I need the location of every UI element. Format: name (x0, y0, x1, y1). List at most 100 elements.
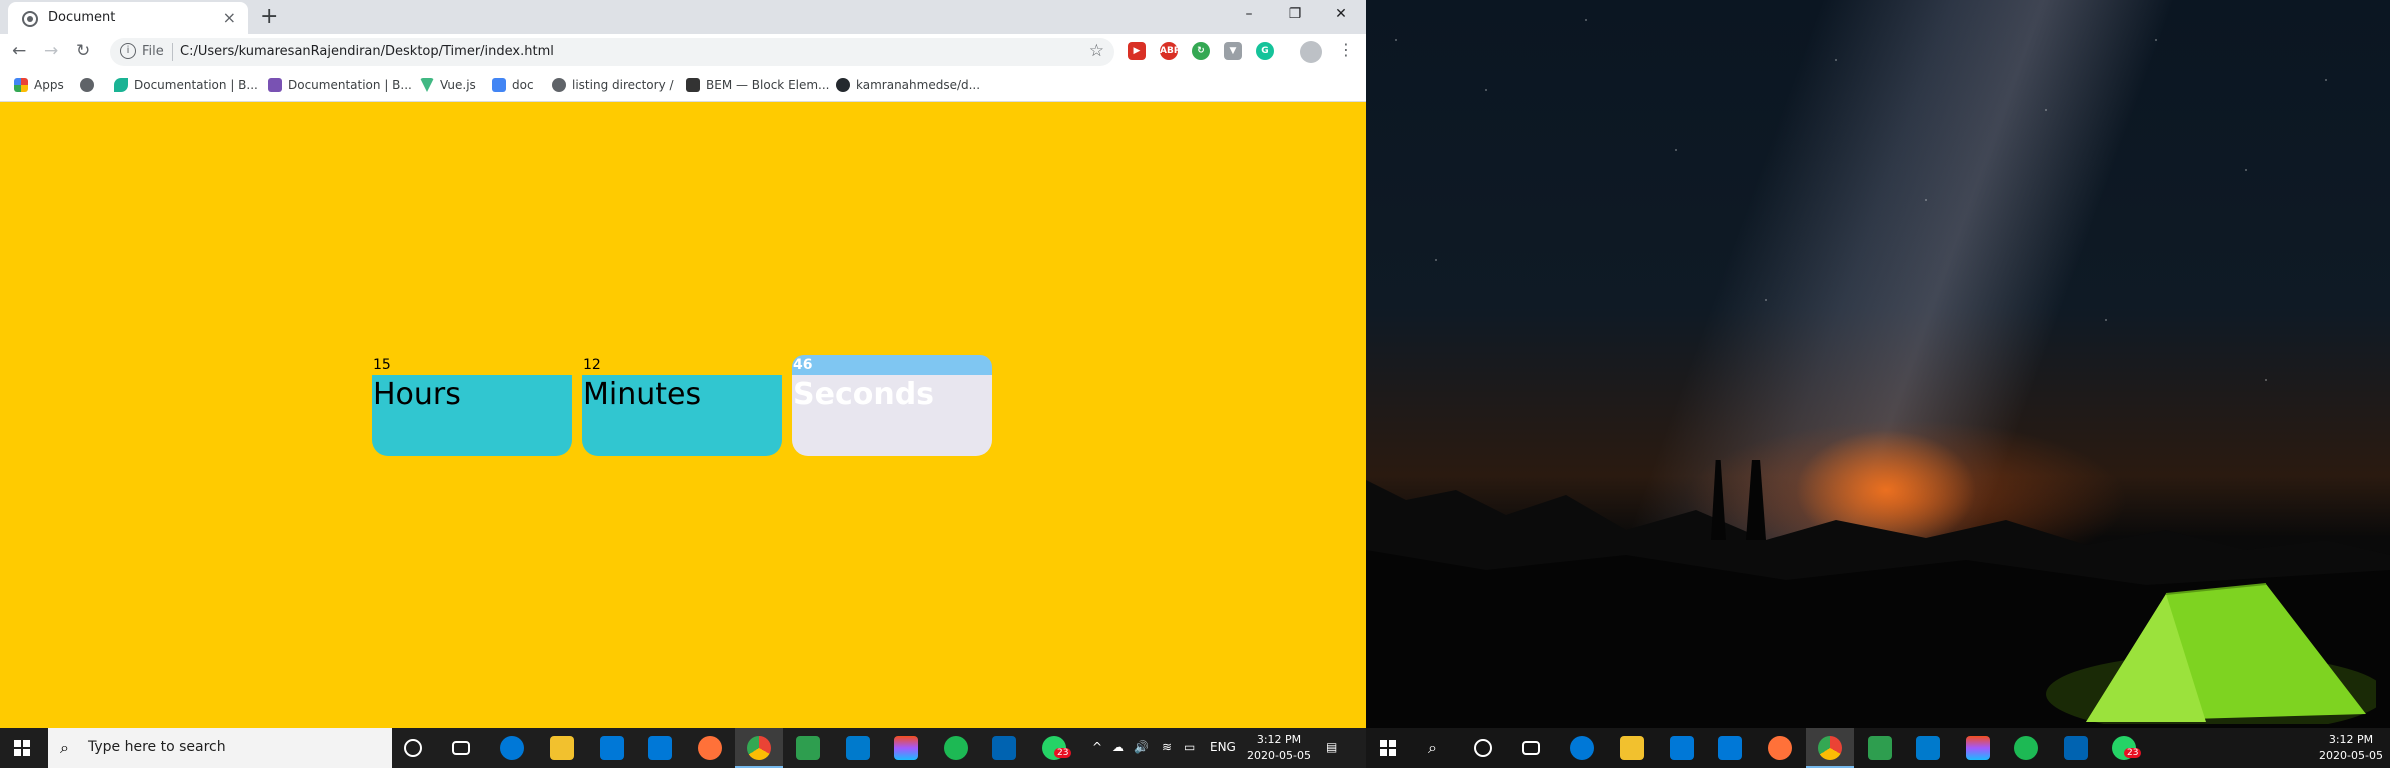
search-icon: ⌕ (60, 738, 69, 757)
bookmark-vue[interactable]: Vue.js (420, 78, 476, 92)
taskbar: ⌕ Type here to search 23 ^ ☁ 🔊 ≋ ▭ ENG 3… (0, 728, 1366, 768)
photos-icon[interactable] (992, 736, 1016, 760)
firefox-icon[interactable] (698, 736, 722, 760)
edge-icon[interactable] (500, 736, 524, 760)
hours-label: Hours (373, 377, 461, 412)
bootstrap-icon (268, 78, 282, 92)
file-explorer-icon[interactable] (550, 736, 574, 760)
menu-icon[interactable]: ⋮ (1338, 40, 1354, 59)
info-icon[interactable]: i (120, 43, 136, 59)
chrome-taskbar-button[interactable] (735, 728, 783, 768)
taskbar-search[interactable]: ⌕ Type here to search (48, 728, 392, 768)
task-view-icon[interactable] (1522, 741, 1540, 755)
bookmark-label: doc (512, 78, 534, 92)
bookmark-label: Apps (34, 78, 64, 92)
hours-value: 15 (373, 357, 391, 373)
spotify-icon[interactable] (2014, 736, 2038, 760)
notification-badge: 23 (2124, 748, 2142, 758)
address-bar[interactable]: i File C:/Users/kumaresanRajendiran/Desk… (110, 38, 1114, 66)
edge-icon[interactable] (1570, 736, 1594, 760)
starry-sky (1366, 0, 2390, 460)
bookmarks-bar: Apps Documentation | B... Documentation … (0, 70, 1366, 102)
globe-icon (80, 78, 94, 92)
onedrive-icon[interactable]: ☁ (1112, 740, 1124, 754)
back-button[interactable]: ← (12, 41, 26, 61)
photos-icon[interactable] (2064, 736, 2088, 760)
restore-button[interactable]: ❐ (1272, 0, 1318, 30)
close-tab-icon[interactable]: × (223, 8, 236, 27)
mail-icon[interactable] (648, 736, 672, 760)
github-icon (836, 78, 850, 92)
clock[interactable]: 3:12 PM 2020-05-05 (2316, 732, 2386, 764)
apps-grid-icon (14, 78, 28, 92)
extension-video-icon[interactable]: ▶ (1128, 42, 1146, 60)
mail-icon[interactable] (1718, 736, 1742, 760)
secondary-taskbar: ⌕ 23 3:12 PM 2020-05-05 (1366, 728, 2390, 768)
figma-icon[interactable] (894, 736, 918, 760)
bookmark-github[interactable]: kamranahmedse/d... (836, 78, 980, 92)
doc-icon (492, 78, 506, 92)
timer-minutes: 12 Minutes (582, 355, 782, 456)
globe-icon (552, 78, 566, 92)
windows-start-icon[interactable] (14, 740, 30, 756)
minimize-button[interactable]: – (1226, 0, 1272, 30)
file-explorer-icon[interactable] (1620, 736, 1644, 760)
clock[interactable]: 3:12 PM 2020-05-05 (1244, 732, 1314, 764)
adblock-icon[interactable]: ABP (1160, 42, 1180, 60)
volume-icon[interactable]: 🔊 (1134, 740, 1149, 754)
firefox-icon[interactable] (1768, 736, 1792, 760)
clock-time: 3:12 PM (1256, 733, 1302, 746)
forward-button[interactable]: → (44, 41, 58, 61)
store-icon[interactable] (1670, 736, 1694, 760)
bookmark-documentation-1[interactable]: Documentation | B... (114, 78, 258, 92)
minutes-value: 12 (583, 357, 601, 373)
url-scheme: File (142, 44, 164, 59)
chrome-taskbar-button[interactable] (1806, 728, 1854, 768)
grammarly-icon[interactable]: G (1256, 42, 1274, 60)
bookmark-apps[interactable]: Apps (14, 78, 64, 92)
bookmark-label: Documentation | B... (134, 78, 258, 92)
seconds-value: 46 (792, 355, 992, 375)
windows-start-icon[interactable] (1380, 740, 1396, 756)
clock-time: 3:12 PM (2328, 733, 2374, 746)
vscode-icon[interactable] (846, 736, 870, 760)
bookmark-listing[interactable]: listing directory / (552, 78, 674, 92)
dual-screen: Document × + – ❐ ✕ ← → ↻ i File C:/Users… (0, 0, 2390, 768)
figma-icon[interactable] (1966, 736, 1990, 760)
refresh-extension-icon[interactable]: ↻ (1192, 42, 1210, 60)
cortana-icon[interactable] (1474, 739, 1492, 757)
battery-icon[interactable]: ▭ (1184, 740, 1195, 754)
action-center-icon[interactable]: ▤ (1326, 740, 1337, 754)
search-placeholder: Type here to search (88, 739, 226, 755)
language-indicator[interactable]: ENG (1210, 740, 1236, 754)
task-view-icon[interactable] (452, 741, 470, 755)
right-monitor-wallpaper (1366, 0, 2390, 768)
bookmark-label: BEM — Block Elem... (706, 78, 830, 92)
bookmark-globe[interactable] (80, 78, 94, 92)
clock-date: 2020-05-05 (1247, 749, 1311, 762)
chevron-up-icon[interactable]: ^ (1092, 740, 1102, 754)
store-icon[interactable] (600, 736, 624, 760)
search-icon[interactable]: ⌕ (1428, 738, 1437, 758)
browser-tab[interactable]: Document × (8, 2, 248, 34)
new-tab-button[interactable]: + (260, 4, 278, 29)
profile-avatar[interactable] (1300, 41, 1322, 63)
wifi-icon[interactable]: ≋ (1162, 740, 1172, 754)
spotify-icon[interactable] (944, 736, 968, 760)
bookmark-doc[interactable]: doc (492, 78, 534, 92)
excel-icon[interactable] (1868, 736, 1892, 760)
bookmark-documentation-2[interactable]: Documentation | B... (268, 78, 412, 92)
url-text[interactable]: C:/Users/kumaresanRajendiran/Desktop/Tim… (180, 44, 554, 59)
vscode-icon[interactable] (1916, 736, 1940, 760)
bookmark-star-icon[interactable]: ☆ (1089, 41, 1104, 61)
extension-v-icon[interactable]: ▼ (1224, 42, 1242, 60)
clock-date: 2020-05-05 (2319, 749, 2383, 762)
bookmark-bem[interactable]: BEM — Block Elem... (686, 78, 830, 92)
close-window-button[interactable]: ✕ (1318, 0, 1364, 30)
bookmark-label: Vue.js (440, 78, 476, 92)
chrome-icon (747, 736, 771, 760)
reload-button[interactable]: ↻ (76, 41, 90, 61)
timer-seconds: 46 Seconds (792, 355, 992, 456)
excel-icon[interactable] (796, 736, 820, 760)
cortana-icon[interactable] (404, 739, 422, 757)
